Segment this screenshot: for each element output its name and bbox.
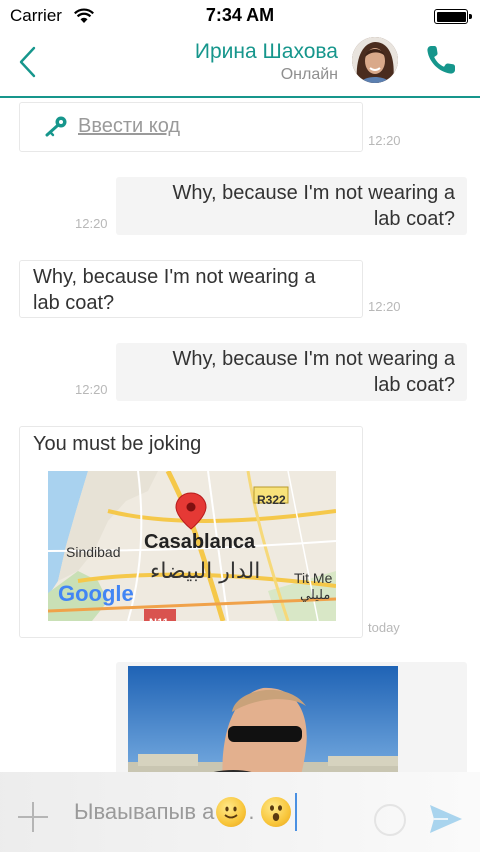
message-bubble-incoming[interactable]: You must be joking R322 Casablanca Sindi… [19,426,363,638]
message-input[interactable]: Ываывапыв а . [64,786,364,838]
surprised-emoji-icon [260,797,291,827]
message-text-line: lab coat? [373,374,455,396]
message-time: 12:20 [75,216,108,231]
message-text-line: Why, because I'm not wearing a [33,266,316,288]
message-time: 12:20 [368,133,401,148]
enter-code-link[interactable]: Ввести код [78,113,180,139]
message-text-line: lab coat? [33,292,115,314]
send-icon[interactable] [428,802,464,836]
location-map[interactable]: R322 Casablanca Sindibad الدار البيضاء T… [48,471,336,621]
battery-icon [434,9,472,24]
chevron-left-icon[interactable] [14,42,44,82]
message-text: You must be joking [33,433,202,455]
message-time: 12:20 [75,382,108,397]
map-label-district: Sindibad [66,544,121,560]
google-logo: Google [58,581,134,606]
message-input-text: Ываывапыв а [74,799,215,824]
contact-name: Ирина Шахова [194,40,338,63]
map-label-district-arabic: مليلي [300,588,331,603]
message-time: today [368,620,400,635]
clock: 7:34 AM [205,5,275,25]
message-text-line: lab coat? [373,208,455,230]
status-bar: Carrier 7:34 AM [0,0,480,32]
plus-icon[interactable] [16,800,50,834]
text-cursor [294,793,297,831]
map-label-city: Casablanca [144,531,256,553]
map-label-route: R322 [257,493,286,507]
contact-info[interactable]: Ирина Шахова Онлайн [195,40,338,84]
phone-icon[interactable] [424,43,458,77]
photo-attachment[interactable] [128,666,398,772]
map-label-road: N11 [149,610,169,621]
message-time: 12:20 [368,299,401,314]
message-bubble-outgoing[interactable]: Why, because I'm not wearing a lab coat? [116,177,467,235]
message-text-line: Why, because I'm not wearing a [172,348,455,370]
message-bubble-incoming[interactable]: Ввести код [19,102,363,152]
contact-status: Онлайн [280,66,338,83]
message-composer: Ываывапыв а . [0,772,480,852]
smiling-emoji-icon [216,797,247,827]
map-label-city-arabic: الدار البيضاء [150,559,261,584]
message-input-separator: . [248,799,255,824]
message-bubble-outgoing[interactable]: Why, because I'm not wearing a lab coat? [116,343,467,401]
avatar[interactable] [352,37,398,83]
emoji-toggle-icon[interactable] [374,804,406,836]
message-bubble-outgoing[interactable] [116,662,467,772]
message-text-line: Why, because I'm not wearing a [172,182,455,204]
message-list[interactable]: Ввести код 12:20 Why, because I'm not we… [0,100,480,772]
chat-header: Ирина Шахова Онлайн [0,32,480,98]
key-icon [45,116,67,137]
message-bubble-incoming[interactable]: Why, because I'm not wearing a lab coat? [19,260,363,318]
